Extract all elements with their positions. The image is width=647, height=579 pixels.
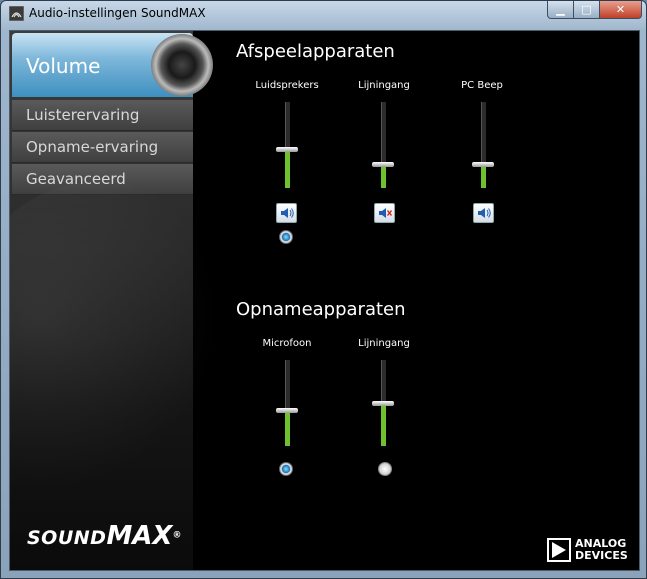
playback-label-pc-beep: PC Beep bbox=[461, 80, 503, 91]
slider-thumb[interactable] bbox=[472, 162, 494, 167]
sidebar-item-opname-ervaring[interactable]: Opname-ervaring bbox=[12, 132, 193, 163]
logo-reg-mark: ® bbox=[172, 530, 182, 541]
slider-fill bbox=[285, 149, 290, 188]
soundmax-window: Audio-instellingen SoundMAX ▁ □ ✕ Volume… bbox=[0, 0, 647, 579]
analog-devices-icon bbox=[547, 538, 571, 562]
default-record-radio-microfoon[interactable] bbox=[279, 462, 293, 476]
app-icon bbox=[9, 6, 24, 21]
playback-label-luidsprekers: Luidsprekers bbox=[255, 80, 319, 91]
mute-button-lijningang[interactable] bbox=[374, 203, 395, 223]
slider-fill bbox=[481, 164, 486, 188]
recording-label-lijningang: Lijningang bbox=[358, 338, 410, 349]
sidebar-item-luisterervaring[interactable]: Luisterervaring bbox=[12, 100, 193, 131]
close-button[interactable]: ✕ bbox=[599, 1, 642, 19]
analog-devices-logo: ANALOG DEVICES bbox=[547, 538, 628, 562]
slider-fill bbox=[381, 164, 386, 188]
vendor-line2: DEVICES bbox=[575, 549, 628, 562]
logo-part2: MAX bbox=[106, 521, 173, 551]
sidebar-item-geavanceerd[interactable]: Geavanceerd bbox=[12, 164, 193, 195]
volume-slider-lijningang[interactable] bbox=[368, 102, 398, 194]
window-title: Audio-instellingen SoundMAX bbox=[29, 6, 206, 20]
maximize-button[interactable]: □ bbox=[573, 1, 600, 19]
mute-button-luidsprekers[interactable] bbox=[276, 203, 297, 223]
maximize-icon: □ bbox=[581, 3, 592, 16]
slider-thumb[interactable] bbox=[372, 401, 394, 406]
volume-slider-pc-beep[interactable] bbox=[468, 102, 498, 194]
title-bar[interactable]: Audio-instellingen SoundMAX ▁ □ ✕ bbox=[1, 1, 646, 27]
sidebar: Volume Luisterervaring Opname-ervaring G… bbox=[10, 31, 250, 570]
default-record-radio-lijningang[interactable] bbox=[378, 462, 392, 476]
mute-button-pc-beep[interactable] bbox=[473, 203, 494, 223]
default-device-radio-luidsprekers[interactable] bbox=[279, 230, 293, 244]
speaker-muted-icon bbox=[378, 208, 392, 218]
speaker-icon bbox=[280, 208, 294, 218]
logo-part1: SOUND bbox=[27, 527, 107, 549]
slider-thumb[interactable] bbox=[372, 162, 394, 167]
record-slider-microfoon[interactable] bbox=[272, 360, 302, 452]
slider-fill bbox=[381, 403, 386, 446]
minimize-icon: ▁ bbox=[556, 3, 565, 16]
recording-label-microfoon: Microfoon bbox=[262, 338, 312, 349]
slider-fill bbox=[285, 410, 290, 446]
record-slider-lijningang[interactable] bbox=[368, 360, 398, 452]
speaker-graphic bbox=[151, 34, 213, 96]
slider-thumb[interactable] bbox=[276, 408, 298, 413]
close-icon: ✕ bbox=[615, 3, 626, 16]
sidebar-item-label: Geavanceerd bbox=[26, 170, 126, 188]
speaker-icon bbox=[477, 208, 491, 218]
sidebar-item-label: Luisterervaring bbox=[26, 106, 140, 124]
client-area: Volume Luisterervaring Opname-ervaring G… bbox=[9, 30, 640, 571]
sidebar-item-label: Opname-ervaring bbox=[26, 138, 159, 156]
slider-thumb[interactable] bbox=[276, 147, 298, 152]
sidebar-item-label: Volume bbox=[26, 54, 101, 78]
soundmax-logo: SOUNDMAX® bbox=[27, 521, 181, 551]
playback-title: Afspeelapparaten bbox=[236, 41, 395, 62]
minimize-button[interactable]: ▁ bbox=[547, 1, 574, 19]
recording-title: Opnameapparaten bbox=[236, 299, 406, 320]
playback-label-lijningang: Lijningang bbox=[358, 80, 410, 91]
volume-slider-luidsprekers[interactable] bbox=[272, 102, 302, 194]
